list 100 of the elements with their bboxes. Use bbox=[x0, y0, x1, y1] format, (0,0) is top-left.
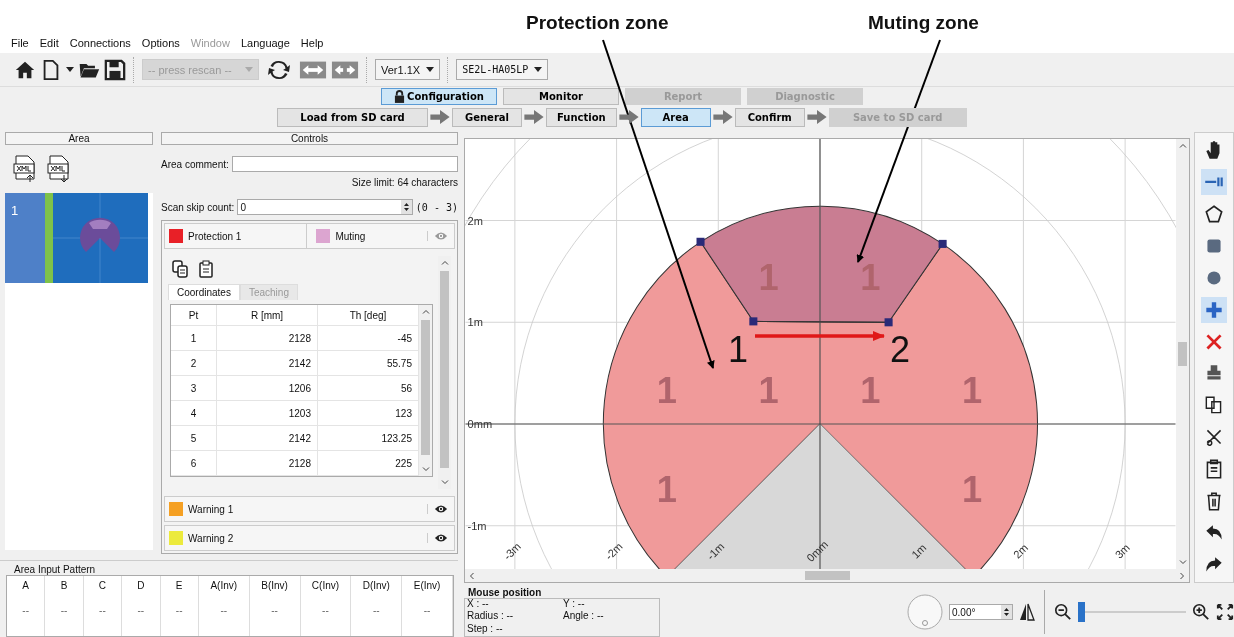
version-dropdown[interactable]: Ver1.1X bbox=[375, 59, 441, 80]
zone-number: 1 bbox=[656, 468, 677, 510]
lock-icon bbox=[394, 90, 406, 103]
column-header: C(Inv) bbox=[311, 580, 340, 591]
size-limit-text: Size limit: 64 characters bbox=[350, 177, 458, 188]
group-title: Mouse position bbox=[467, 587, 543, 598]
axis-label: -1m bbox=[704, 540, 727, 563]
paste-icon[interactable] bbox=[198, 260, 214, 278]
zone-header[interactable]: Warning 2 bbox=[164, 525, 455, 551]
zone-header[interactable]: Warning 1 bbox=[164, 496, 455, 522]
table-cell: 2 bbox=[171, 351, 217, 375]
scroll-thumb[interactable] bbox=[804, 571, 850, 580]
table-cell: -- bbox=[322, 605, 329, 616]
caret-icon[interactable] bbox=[66, 66, 74, 73]
range-text: (0 - 3) bbox=[415, 201, 458, 213]
menu-item[interactable]: Edit bbox=[39, 37, 59, 49]
scrollbar[interactable] bbox=[465, 569, 1189, 582]
arrow-icon bbox=[806, 110, 827, 124]
fullscreen-icon[interactable] bbox=[1216, 603, 1234, 621]
xml-import-icon[interactable] bbox=[13, 155, 37, 183]
axis-label: 1m bbox=[909, 541, 929, 561]
table-cell: -- bbox=[60, 605, 68, 616]
zone-name: Warning 1 bbox=[188, 503, 234, 515]
vertex-handle[interactable] bbox=[938, 239, 947, 248]
area-number[interactable]: 1 bbox=[5, 193, 45, 283]
scrollbar[interactable] bbox=[1176, 139, 1189, 569]
column-header: E bbox=[175, 580, 183, 591]
skip-count-field[interactable]: 0 bbox=[237, 199, 413, 215]
zone-header[interactable]: Protection 1 Muting bbox=[164, 223, 455, 249]
readout-text: X : -- bbox=[467, 599, 490, 611]
table-cell: 4 bbox=[171, 401, 217, 425]
vertex-handle[interactable] bbox=[696, 237, 705, 246]
zoom-out-icon[interactable] bbox=[1054, 603, 1072, 621]
menu-item[interactable]: File bbox=[11, 37, 29, 49]
field-label: Area comment: bbox=[161, 158, 229, 170]
copy-icon[interactable] bbox=[172, 260, 188, 278]
zone-number: 1 bbox=[860, 369, 881, 411]
angle-field[interactable]: 0.00° bbox=[949, 604, 1013, 620]
scroll-thumb[interactable] bbox=[1178, 342, 1187, 366]
group-title: Area Input Pattern bbox=[13, 563, 97, 575]
panel-header: Area bbox=[5, 132, 153, 145]
menu-item[interactable]: Options bbox=[141, 37, 180, 49]
menu-item[interactable]: Help bbox=[300, 37, 324, 49]
area-thumbnail[interactable] bbox=[53, 193, 148, 283]
zone-number: 1 bbox=[758, 369, 779, 411]
table-cell: 1203 bbox=[217, 401, 318, 425]
menu-item[interactable]: Language bbox=[240, 37, 290, 49]
axis-label: 2m bbox=[1010, 541, 1031, 561]
arrow-icon bbox=[618, 110, 639, 124]
zone-number: 1 bbox=[961, 468, 983, 510]
caret-icon bbox=[245, 67, 253, 72]
zone-number: 1 bbox=[656, 369, 677, 411]
column-header: D(Inv) bbox=[362, 580, 390, 591]
vertex-handle[interactable] bbox=[884, 318, 893, 327]
column-header: C bbox=[98, 580, 107, 591]
table-cell: 2128 bbox=[217, 451, 318, 475]
table-cell: 3 bbox=[171, 376, 217, 400]
point-number: 2 bbox=[890, 330, 911, 370]
callout-label: Muting zone bbox=[868, 12, 979, 34]
table-cell: 2128 bbox=[217, 326, 318, 350]
axis-label: 2m bbox=[467, 214, 483, 227]
menu-item[interactable]: Connections bbox=[69, 37, 131, 49]
table-cell: -- bbox=[137, 605, 145, 616]
step-button[interactable]: Area bbox=[640, 107, 711, 127]
column-header: A bbox=[22, 580, 29, 591]
point-number: 1 bbox=[728, 330, 749, 370]
comment-field[interactable] bbox=[231, 156, 458, 172]
line-tool-icon[interactable] bbox=[1201, 168, 1227, 195]
mode-tab[interactable]: Configuration bbox=[381, 88, 497, 105]
mode-tab[interactable]: Monitor bbox=[503, 88, 619, 105]
spinner-icon[interactable] bbox=[1001, 605, 1012, 619]
xml-export-icon[interactable] bbox=[47, 155, 71, 183]
step-button[interactable]: Load from SD card bbox=[277, 107, 428, 127]
table-cell: -- bbox=[220, 605, 228, 616]
arrow-icon bbox=[712, 110, 733, 124]
mirror-icon[interactable] bbox=[1019, 602, 1035, 622]
column-header: Pt bbox=[171, 305, 217, 325]
vertex-handle[interactable] bbox=[749, 317, 758, 326]
readout-text: Step : -- bbox=[467, 623, 504, 636]
panel-header: Controls bbox=[161, 132, 458, 145]
step-button[interactable]: Confirm bbox=[734, 107, 805, 127]
zone-number: 1 bbox=[961, 369, 983, 411]
model-dropdown[interactable]: SE2L-HA05LP bbox=[456, 59, 549, 80]
table-cell: 1 bbox=[171, 326, 217, 350]
zoom-in-icon[interactable] bbox=[1192, 603, 1210, 621]
tab[interactable]: Coordinates bbox=[168, 284, 240, 300]
caret-icon bbox=[426, 67, 435, 72]
table-cell: 1206 bbox=[217, 376, 318, 400]
axis-label: 0mm bbox=[467, 418, 493, 430]
add-icon[interactable] bbox=[1201, 296, 1227, 323]
spinner-icon[interactable] bbox=[400, 200, 412, 214]
step-button[interactable]: Function bbox=[546, 107, 617, 127]
step-button[interactable]: General bbox=[452, 107, 522, 127]
axis-label: 1m bbox=[467, 316, 483, 329]
column-header: R [mm] bbox=[217, 305, 318, 325]
table-cell: 2142 bbox=[217, 351, 318, 375]
table-cell: 2142 bbox=[217, 426, 318, 450]
slider-thumb[interactable] bbox=[1078, 602, 1085, 622]
table-cell: 5 bbox=[171, 426, 217, 450]
save-icon[interactable] bbox=[104, 58, 126, 81]
